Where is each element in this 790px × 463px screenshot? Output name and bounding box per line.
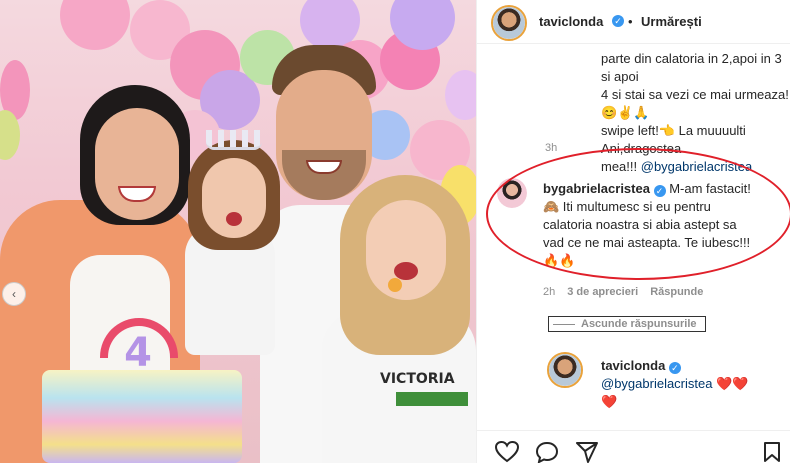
balloon [445, 70, 476, 120]
girl-mouth [394, 262, 418, 280]
caption-line: parte din calatoria in 2,apoi in 3 si ap… [601, 51, 782, 84]
divider-line [553, 323, 575, 325]
man-beard [282, 150, 366, 200]
verified-icon: ✓ [612, 15, 624, 27]
comment-likes[interactable]: 3 de aprecieri [567, 286, 638, 298]
bookmark-icon[interactable] [763, 441, 781, 463]
avatar[interactable] [491, 5, 527, 41]
hide-replies-label: Ascunde răspunsurile [581, 318, 697, 330]
woman-face [95, 108, 179, 220]
chevron-left-icon[interactable]: ‹ [2, 282, 26, 306]
reply-hearts: ❤️❤️ [716, 376, 749, 391]
cake-number-text: 4 [124, 330, 152, 376]
action-bar [477, 430, 790, 463]
post-header: taviclonda ✓ • Urmărești [477, 0, 790, 44]
reply-mention[interactable]: @bygabrielacristea [601, 376, 712, 391]
comment-time[interactable]: 2h [543, 286, 555, 298]
comment-icon[interactable] [535, 441, 559, 463]
reply-avatar[interactable] [547, 352, 583, 388]
hide-replies-button[interactable]: Ascunde răspunsurile [548, 316, 706, 332]
verified-icon: ✓ [668, 362, 681, 374]
reply-button[interactable]: Răspunde [650, 286, 703, 298]
toddler-mouth [226, 212, 242, 226]
caption-line: 4 si stai sa vezi ce mai urmeaza!😊✌️🙏 [601, 87, 789, 120]
reply-hearts: ❤️ [601, 394, 618, 409]
shirt-stripe [396, 392, 468, 406]
balloon [60, 0, 130, 50]
reply-username[interactable]: taviclonda [601, 358, 665, 373]
reply-body: taviclonda ✓ @bygabrielacristea ❤️❤️ ❤️ [601, 357, 790, 411]
cake [42, 370, 242, 463]
toddler-crown [206, 130, 262, 150]
heart-icon[interactable] [495, 441, 519, 463]
follow-button[interactable]: Urmărești [641, 14, 702, 29]
post-photo[interactable]: VICTORIA 4 ‹ [0, 0, 476, 463]
header-username[interactable]: taviclonda [539, 14, 603, 29]
comment-meta: 2h 3 de aprecieri Răspunde [543, 286, 703, 298]
shirt-text: VICTORIA [380, 371, 455, 387]
separator-dot: • [628, 14, 633, 29]
cake-number: 4 [118, 330, 158, 376]
lollipop [388, 278, 402, 292]
girl-face [366, 200, 446, 300]
highlight-oval [486, 148, 790, 280]
toddler-face [202, 158, 266, 238]
caption-time[interactable]: 3h [545, 142, 557, 154]
share-icon[interactable] [575, 441, 599, 463]
